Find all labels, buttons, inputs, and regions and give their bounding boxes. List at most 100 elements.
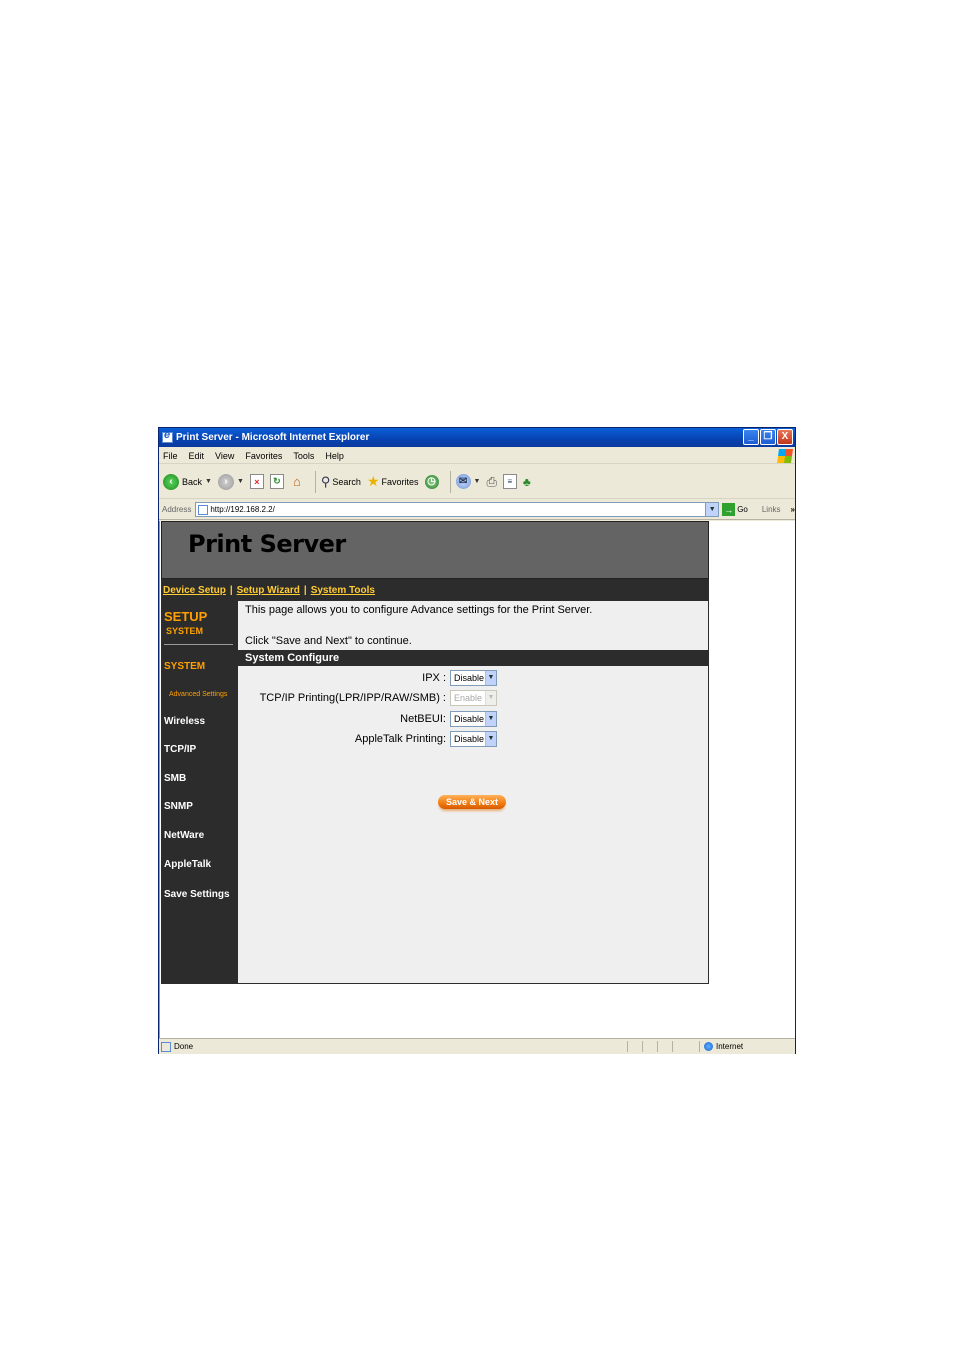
go-button[interactable]: → Go <box>722 503 748 516</box>
top-nav: Device Setup | Setup Wizard | System Too… <box>161 579 709 601</box>
dropdown-arrow-icon: ▼ <box>205 478 212 485</box>
links-more-icon[interactable]: » <box>791 505 795 514</box>
continue-text: Click "Save and Next" to continue. <box>245 635 412 647</box>
menu-help[interactable]: Help <box>325 451 344 461</box>
favorites-button[interactable]: ★ Favorites <box>367 473 419 490</box>
standard-toolbar: ‹ Back ▼ › ▼ × ↻ ⌂ ⚲ Search ★ Favorites … <box>159 465 795 499</box>
menu-view[interactable]: View <box>215 451 234 461</box>
forward-button[interactable]: › ▼ <box>217 473 244 490</box>
menu-bar: File Edit View Favorites Tools Help <box>159 448 795 464</box>
chevron-down-icon: ▼ <box>485 671 496 685</box>
page-icon <box>198 504 209 515</box>
menu-edit[interactable]: Edit <box>189 451 205 461</box>
tcpip-printing-value: Enable <box>454 693 483 703</box>
sidebar-item-advanced-settings[interactable]: Advanced Settings <box>169 691 227 698</box>
refresh-button[interactable]: ↻ <box>269 474 284 489</box>
appletalk-printing-select[interactable]: Disable ▼ <box>450 731 497 747</box>
refresh-icon: ↻ <box>269 474 284 489</box>
dropdown-arrow-icon: ▼ <box>473 478 481 485</box>
menu-file[interactable]: File <box>163 451 178 461</box>
sidebar-item-smb[interactable]: SMB <box>164 773 186 784</box>
toolbar-separator <box>314 470 316 493</box>
netbeui-label: NetBEUI: <box>400 713 446 725</box>
sidebar-item-tcpip[interactable]: TCP/IP <box>164 744 196 755</box>
nav-separator: | <box>229 584 233 596</box>
close-button[interactable]: X <box>777 429 793 445</box>
back-label: Back <box>182 476 203 487</box>
stop-icon: × <box>249 474 264 489</box>
address-input[interactable]: http://192.168.2.2/ ▼ <box>195 502 720 517</box>
nav-separator: | <box>303 584 307 596</box>
field-row-ipx: IPX : Disable ▼ <box>238 669 708 687</box>
save-next-button[interactable]: Save & Next <box>438 795 506 809</box>
globe-icon <box>704 1042 713 1051</box>
menu-favorites[interactable]: Favorites <box>245 451 282 461</box>
star-icon: ★ <box>366 473 380 489</box>
messenger-button[interactable]: ♣ <box>523 475 531 489</box>
status-bar: Done Internet <box>159 1038 795 1054</box>
go-label: Go <box>737 505 748 514</box>
search-label: Search <box>332 476 361 487</box>
section-heading: System Configure <box>238 650 709 666</box>
address-label: Address <box>162 505 192 514</box>
search-icon: ⚲ <box>320 473 331 489</box>
netbeui-value: Disable <box>454 714 485 724</box>
home-icon: ⌂ <box>292 474 301 489</box>
search-button[interactable]: ⚲ Search <box>321 474 361 490</box>
page-icon <box>161 1041 171 1052</box>
links-button[interactable]: Links <box>762 505 781 514</box>
edit-icon: ≡ <box>502 474 517 489</box>
chevron-down-icon: ▼ <box>485 712 496 726</box>
browser-window: Print Server - Microsoft Internet Explor… <box>158 427 796 1054</box>
home-button[interactable]: ⌂ <box>290 474 304 489</box>
page-header: Print Server <box>161 521 709 579</box>
sidebar-item-appletalk[interactable]: AppleTalk <box>164 859 211 870</box>
print-button[interactable]: ⎙ <box>486 474 496 490</box>
sidebar-divider <box>164 644 233 645</box>
sidebar-item-save-settings[interactable]: Save Settings <box>164 889 230 900</box>
menu-tools[interactable]: Tools <box>293 451 314 461</box>
go-arrow-icon: → <box>722 503 736 516</box>
appletalk-printing-value: Disable <box>454 734 485 744</box>
ie-page-icon <box>162 429 173 443</box>
window-controls: _ ❐ X <box>743 429 793 445</box>
sidebar-item-system[interactable]: SYSTEM <box>164 661 205 672</box>
main-content: This page allows you to configure Advanc… <box>237 601 709 984</box>
toolbar-separator <box>449 470 451 493</box>
tcpip-printing-select: Enable ▼ <box>450 690 497 706</box>
chevron-down-icon: ▼ <box>485 691 496 705</box>
nav-setup-wizard[interactable]: Setup Wizard <box>237 585 300 596</box>
forward-arrow-icon: › <box>217 473 234 490</box>
sidebar-item-netware[interactable]: NetWare <box>164 830 204 841</box>
favorites-label: Favorites <box>381 476 419 487</box>
edit-button[interactable]: ≡ <box>502 474 517 489</box>
appletalk-printing-label: AppleTalk Printing: <box>354 733 446 745</box>
field-row-tcpip-printing: TCP/IP Printing(LPR/IPP/RAW/SMB) : Enabl… <box>238 689 708 707</box>
address-bar: Address http://192.168.2.2/ ▼ → Go Links… <box>159 500 795 520</box>
stop-button[interactable]: × <box>249 474 264 489</box>
back-button[interactable]: ‹ Back ▼ <box>163 473 212 490</box>
messenger-icon: ♣ <box>522 474 531 489</box>
back-arrow-icon: ‹ <box>163 473 179 490</box>
restore-button[interactable]: ❐ <box>760 429 776 445</box>
address-url: http://192.168.2.2/ <box>210 505 275 514</box>
security-zone: Internet <box>699 1041 743 1052</box>
field-row-appletalk-printing: AppleTalk Printing: Disable ▼ <box>238 730 708 748</box>
title-bar: Print Server - Microsoft Internet Explor… <box>159 428 795 447</box>
nav-system-tools[interactable]: System Tools <box>311 585 375 596</box>
page-viewport: Print Server Device Setup | Setup Wizard… <box>159 521 795 1038</box>
field-row-netbeui: NetBEUI: Disable ▼ <box>238 710 708 728</box>
history-button[interactable]: ◷ <box>424 474 439 489</box>
nav-device-setup[interactable]: Device Setup <box>163 585 226 596</box>
sidebar-item-wireless[interactable]: Wireless <box>164 716 205 727</box>
netbeui-select[interactable]: Disable ▼ <box>450 711 497 727</box>
ipx-select[interactable]: Disable ▼ <box>450 670 497 686</box>
zone-label: Internet <box>716 1042 744 1051</box>
minimize-button[interactable]: _ <box>743 429 759 445</box>
mail-icon: ✉ <box>455 474 471 489</box>
mail-button[interactable]: ✉ ▼ <box>455 474 481 489</box>
sidebar-item-snmp[interactable]: SNMP <box>164 801 193 812</box>
ipx-value: Disable <box>454 673 485 683</box>
sidebar-setup-subheading: SYSTEM <box>166 626 204 636</box>
address-dropdown-icon[interactable]: ▼ <box>705 503 719 516</box>
